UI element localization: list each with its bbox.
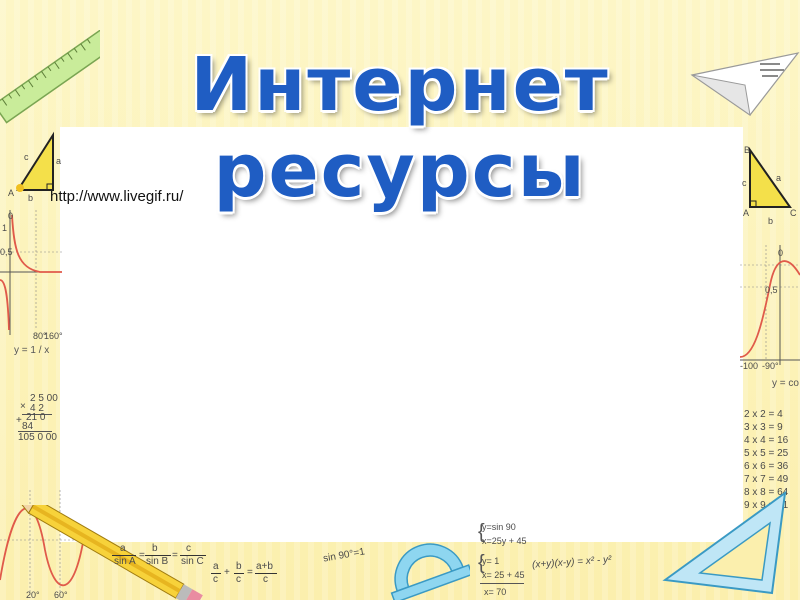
triangle2-side-c: c (742, 178, 747, 188)
fraction-c1: c (213, 574, 218, 585)
cosine-graph-icon (740, 245, 800, 365)
sine-rule-sinC: sin C (181, 556, 204, 567)
fraction-c2: c (236, 574, 241, 585)
equals-sign-2: = (172, 550, 178, 561)
rgraph-tick-0: 0 (778, 248, 784, 258)
rgraph-tick-neg90: -90° (762, 361, 779, 371)
triangle2-vertex-c: C (790, 208, 797, 218)
sine-rule-b: b (152, 543, 158, 554)
fraction-a: a (213, 561, 219, 572)
sine-rule-sinB: sin B (146, 556, 169, 567)
equals-sign-1: = (139, 550, 145, 561)
sine-rule-a: a (120, 543, 126, 554)
mult-result: 105 0 00 (18, 432, 57, 443)
triangle-side-b: b (28, 193, 34, 203)
plus-sign: + (16, 415, 22, 426)
right-right-triangle-icon (749, 146, 792, 208)
graph-tick-05: 0,5 (0, 247, 13, 257)
graph-label-reciprocal: y = 1 / x (14, 345, 50, 356)
graph-tick-0: 0 (8, 211, 14, 221)
square-2: 2 x 2 = 4 (744, 409, 783, 420)
protractor-icon (390, 543, 470, 600)
reciprocal-graph-icon (0, 210, 62, 335)
fraction-c3: c (263, 574, 268, 585)
triangle-vertex-a: A (8, 188, 15, 198)
system2-eq1: y= 1 (482, 556, 500, 566)
plus-sign-2: + (224, 567, 230, 578)
sine-rule-sinA: sin A (114, 556, 136, 567)
system-rule (480, 583, 524, 584)
triangle2-vertex-b: B (744, 145, 751, 155)
square-6: 6 x 6 = 36 (744, 461, 789, 472)
triangle2-side-a: a (776, 173, 782, 183)
resource-link[interactable]: http://www.livegif.ru/ (50, 188, 183, 205)
sine-rule-c: c (186, 543, 191, 554)
triangle2-vertex-a: A (743, 208, 750, 218)
fraction-apb: a+b (256, 561, 273, 572)
rgraph-tick-05: 0,5 (765, 285, 778, 295)
graph-tick-1: 1 (2, 223, 8, 233)
graph-label-cos: y = co (772, 378, 799, 389)
left-right-triangle-icon (16, 131, 54, 192)
set-square-icon (662, 490, 787, 595)
square-4: 4 x 4 = 16 (744, 435, 789, 446)
mult-sign: × (20, 401, 26, 412)
square-5: 5 x 5 = 25 (744, 448, 789, 459)
system2-eq3: x= 70 (484, 587, 507, 597)
system1-eq1: y=sin 90 (482, 522, 516, 532)
fraction-b: b (236, 561, 242, 572)
triangle2-side-b: b (768, 216, 774, 226)
triangle-side-c: c (24, 152, 29, 162)
triangle-side-a: a (56, 156, 62, 166)
square-7: 7 x 7 = 49 (744, 474, 789, 485)
rgraph-tick-neg100: -100 (740, 361, 759, 371)
system1-eq2: x=25y + 45 (482, 536, 527, 546)
system2-eq2: x= 25 + 45 (482, 570, 525, 580)
equals-sign-3: = (247, 567, 253, 578)
square-3: 3 x 3 = 9 (744, 422, 783, 433)
pencil-icon (14, 505, 203, 600)
graph-tick-160: 160° (44, 331, 63, 341)
